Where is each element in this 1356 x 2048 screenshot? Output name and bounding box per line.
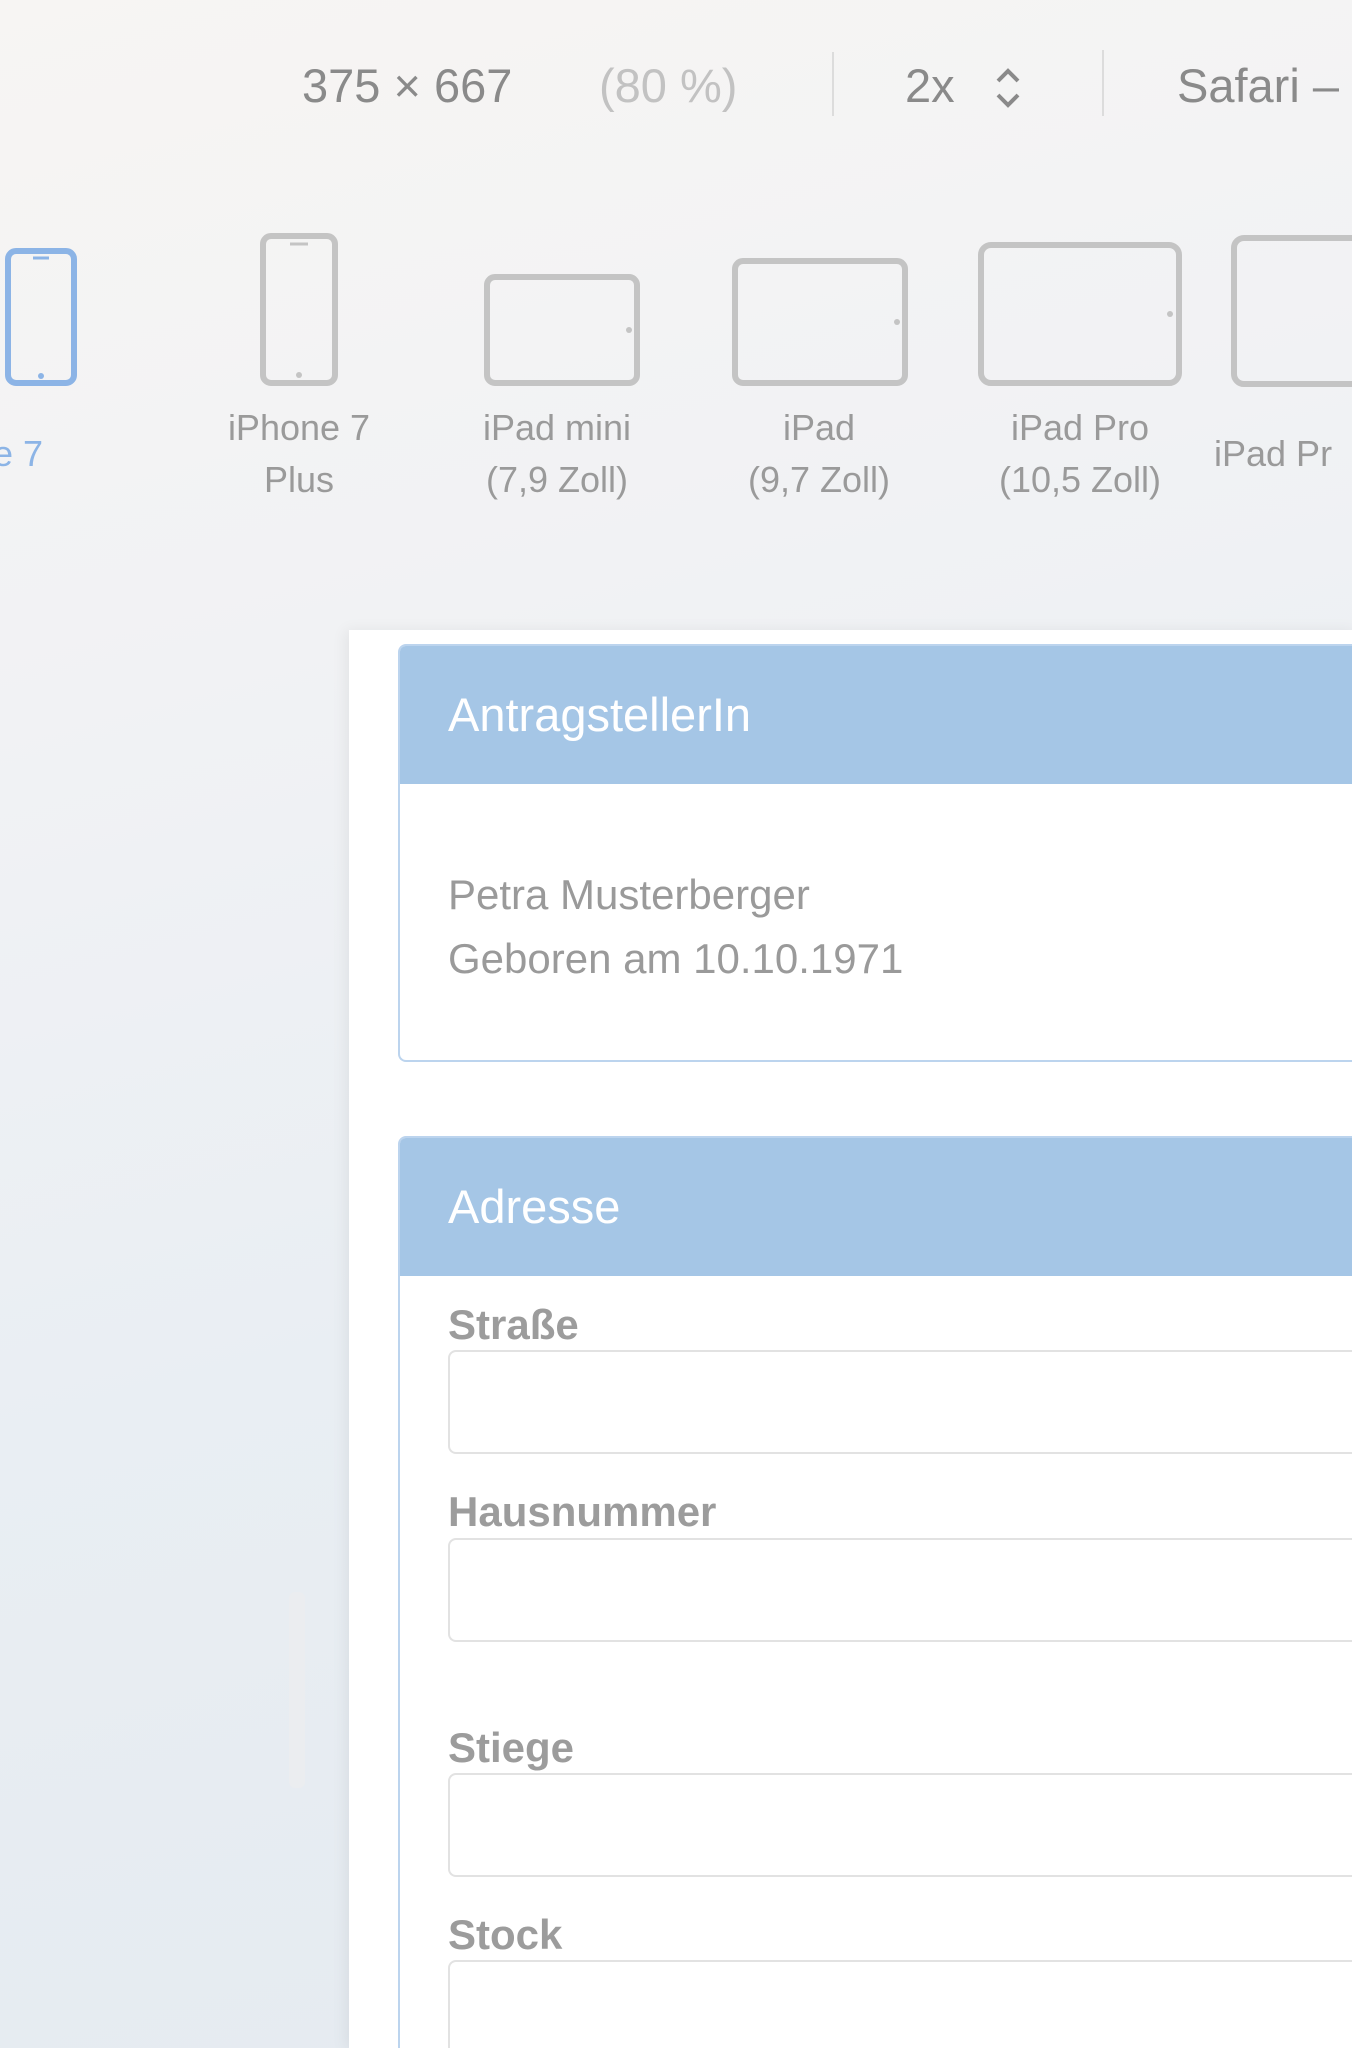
ipad-pro-105-icon <box>978 242 1182 386</box>
device-preview-page: AntragstellerIn Petra Musterberger Gebor… <box>349 630 1352 2048</box>
device-label: iPad Pr <box>1214 433 1333 474</box>
applicant-birth-date: Geboren am 10.10.1971 <box>448 935 904 982</box>
address-panel-heading: Adresse <box>400 1138 1352 1276</box>
floor-label: Stock <box>448 1911 563 1958</box>
applicant-panel-heading: AntragstellerIn <box>400 646 1352 784</box>
device-label: none 7 <box>0 433 44 474</box>
device-label: iPad mini (7,9 Zoll) <box>482 407 632 500</box>
user-agent-select[interactable]: Safari – <box>1177 56 1339 116</box>
ipad-pro-icon <box>1231 235 1352 387</box>
address-panel: Adresse Straße Hausnummer Stiege Stock <box>398 1136 1352 2048</box>
zoom-level: (80 %) <box>599 59 738 112</box>
floor-input[interactable] <box>448 1960 1352 2048</box>
house-number-input[interactable] <box>448 1538 1352 1642</box>
device-label: iPad (9,7 Zoll) <box>747 407 891 500</box>
applicant-name: Petra Musterberger <box>448 871 810 918</box>
viewport-dimensions: 375 × 667 <box>302 59 513 112</box>
street-input[interactable] <box>448 1350 1352 1454</box>
staircase-label: Stiege <box>448 1724 575 1771</box>
pixel-ratio-select[interactable]: 2x <box>905 56 955 116</box>
street-label: Straße <box>448 1301 579 1348</box>
staircase-input[interactable] <box>448 1773 1352 1877</box>
iphone-plus-icon <box>260 233 338 386</box>
applicant-panel: AntragstellerIn Petra Musterberger Gebor… <box>398 644 1352 1062</box>
iphone-icon <box>5 248 77 386</box>
ipad-mini-icon <box>484 274 640 386</box>
device-label: iPad Pro (10,5 Zoll) <box>998 407 1162 500</box>
window-edge <box>1352 0 1356 2048</box>
toolbar-divider <box>1102 50 1104 116</box>
resize-handle[interactable] <box>289 1592 305 1788</box>
device-label: iPhone 7 Plus <box>227 407 371 500</box>
house-number-label: Hausnummer <box>448 1488 717 1535</box>
responsive-design-mode-viewport: 375 × 667 (80 %) 2x Safari – none 7 iPho… <box>0 0 1352 2048</box>
ipad-icon <box>732 258 908 386</box>
stepper-arrows-icon[interactable] <box>993 64 1023 117</box>
toolbar-divider <box>832 52 834 116</box>
